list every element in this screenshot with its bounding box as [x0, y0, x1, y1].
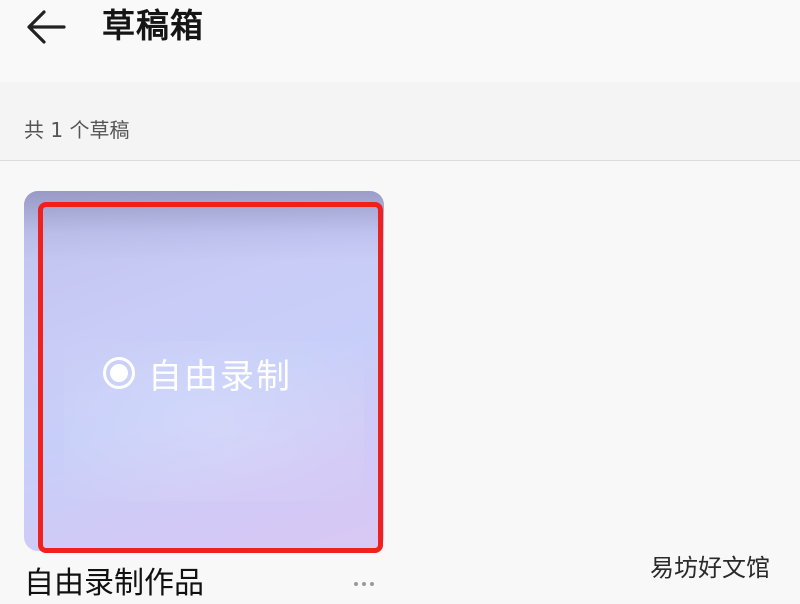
draft-name[interactable]: 自由录制作品	[24, 564, 204, 604]
watermark-text: 易坊好文馆	[650, 554, 770, 582]
thumbnail-label-text: 自由录制	[148, 356, 292, 397]
more-button[interactable]	[346, 574, 382, 594]
thumbnail-label: 自由录制	[102, 351, 292, 397]
more-dots-icon	[352, 582, 376, 586]
arrow-left-icon	[27, 10, 66, 44]
page-title: 草稿箱	[102, 6, 204, 45]
thumbnail-top-shade	[24, 191, 384, 261]
back-button[interactable]	[18, 2, 74, 52]
draft-count-text: 共 1 个草稿	[24, 118, 130, 142]
radio-icon	[103, 357, 135, 389]
